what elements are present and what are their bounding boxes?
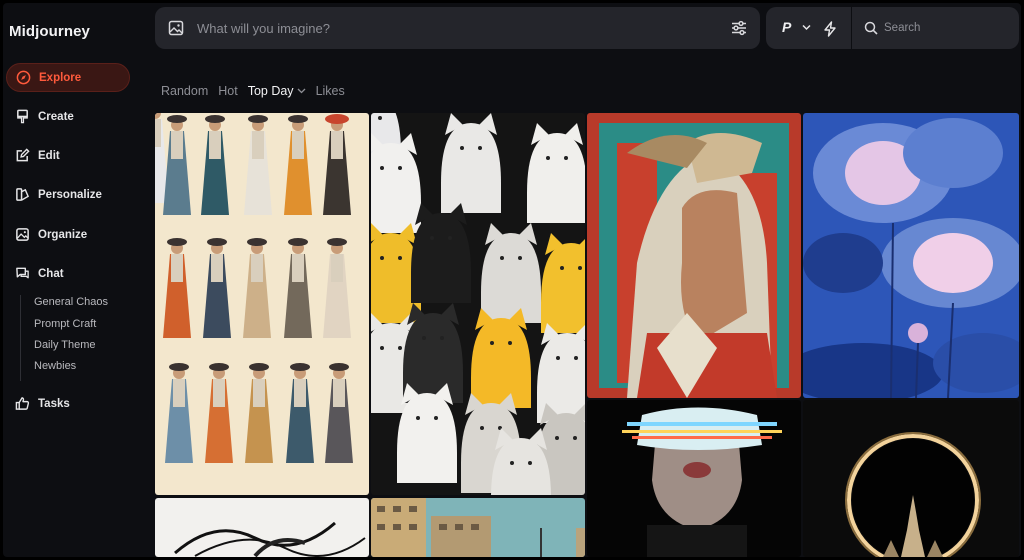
chat-room-newbies[interactable]: Newbies [34,360,76,372]
sidebar-item-create[interactable]: Create [6,102,130,131]
tab-label: Random [161,84,209,98]
feed-tabs: Random Hot Top Day Likes [161,84,345,98]
sidebar-item-label: Explore [39,71,82,84]
sidebar-item-label: Personalize [38,188,102,201]
gallery-image-visor[interactable] [587,400,801,557]
thumbs-up-icon [14,396,30,412]
gallery-image-eclipse[interactable] [803,400,1019,557]
gallery-image-cats[interactable] [371,113,585,495]
chat-room-daily-theme[interactable]: Daily Theme [34,339,96,351]
tab-hot[interactable]: Hot [218,84,237,98]
sidebar-item-personalize[interactable]: Personalize [6,180,130,209]
prompt-bar [155,7,760,49]
gallery-image-ink[interactable] [155,498,369,557]
image-upload-icon[interactable] [168,20,184,36]
sidebar-item-label: Chat [38,267,64,280]
prompt-input[interactable] [197,20,730,36]
settings-sliders-icon[interactable] [730,19,748,37]
gallery-image-fashion[interactable] [155,113,369,495]
tab-random[interactable]: Random [161,84,208,98]
chat-icon [14,266,30,282]
sidebar-item-explore[interactable]: Explore [6,63,130,92]
bolt-icon[interactable] [823,21,837,37]
search-input[interactable] [884,18,1004,38]
sidebar-item-label: Organize [38,228,88,241]
compass-icon [15,70,31,86]
toolbar-right: P [766,7,1019,49]
tab-likes[interactable]: Likes [316,84,345,98]
gallery-image-buildings[interactable] [371,498,585,557]
sidebar-item-label: Edit [38,149,60,162]
edit-icon [14,148,30,164]
tab-label: Top Day [247,84,294,98]
sidebar-item-chat[interactable]: Chat [6,259,130,288]
chat-room-prompt-craft[interactable]: Prompt Craft [34,318,96,330]
sidebar: Midjourney Explore Create Edit Personali… [3,3,151,557]
brush-icon [14,109,30,125]
tab-label: Likes [315,84,345,98]
sidebar-item-tasks[interactable]: Tasks [6,389,130,418]
tab-top-day[interactable]: Top Day [248,84,306,98]
search-icon [864,21,878,35]
sidebar-item-label: Create [38,110,74,123]
app-logo[interactable]: Midjourney [9,23,90,40]
tab-label: Hot [218,84,238,98]
image-gallery [155,113,1021,557]
sidebar-item-label: Tasks [38,397,70,410]
toolbar-divider [851,7,852,49]
palette-icon [14,187,30,203]
version-selector[interactable]: P [782,19,791,35]
gallery-image-warrior[interactable] [587,113,801,398]
chat-room-general-chaos[interactable]: General Chaos [34,296,108,308]
image-icon [14,227,30,243]
chevron-down-icon[interactable] [802,24,811,31]
chevron-down-icon [297,88,306,94]
sidebar-item-organize[interactable]: Organize [6,220,130,249]
gallery-image-lotus[interactable] [803,113,1019,398]
sidebar-item-edit[interactable]: Edit [6,141,130,170]
chat-rooms-divider [20,295,21,381]
app-window: Midjourney Explore Create Edit Personali… [3,3,1021,557]
